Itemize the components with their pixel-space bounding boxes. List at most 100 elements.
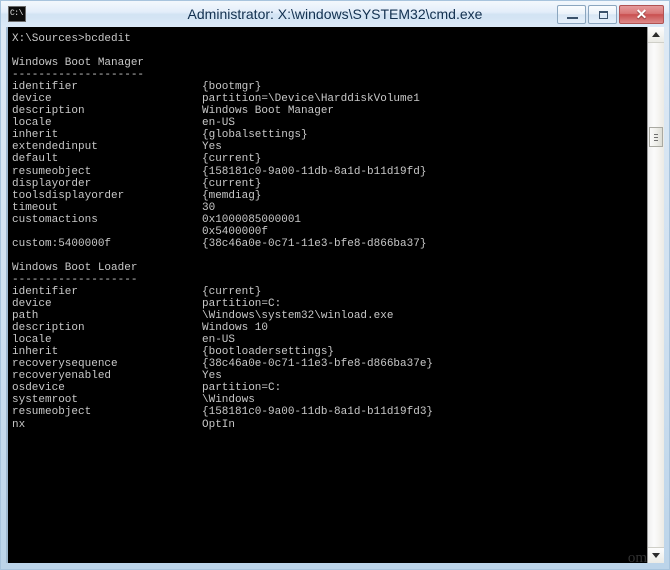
thumb-grip-line — [654, 140, 658, 141]
thumb-grip-line — [654, 137, 658, 138]
console-property-row: inherit {bootloadersettings} — [12, 346, 647, 358]
maximize-button[interactable] — [588, 4, 617, 24]
property-name: description — [12, 322, 85, 335]
property-name: locale — [12, 117, 52, 130]
property-name: device — [12, 93, 52, 106]
property-name: nx — [12, 418, 26, 431]
property-name: recoveryenabled — [12, 370, 112, 383]
console-property-row: locale en-US — [12, 334, 647, 346]
console-property-row: nx OptIn — [12, 419, 647, 431]
scroll-down-arrow-icon — [652, 553, 660, 558]
scrollbar-down-button[interactable] — [648, 547, 664, 563]
console-property-row: resumeobject {158181c0-9a00-11db-8a1d-b11… — [12, 406, 647, 418]
console-property-row: timeout 30 — [12, 202, 647, 214]
close-icon: ✕ — [635, 5, 648, 22]
console-property-row: default {current} — [12, 153, 647, 165]
property-name: recoverysequence — [12, 358, 118, 371]
cmd-console-icon-label: C:\ — [10, 9, 23, 18]
property-value: Windows Boot Manager — [202, 105, 335, 118]
property-value: Yes — [202, 370, 222, 383]
console-property-row: resumeobject {158181c0-9a00-11db-8a1d-b11… — [12, 166, 647, 178]
console-section-rule: -------------------- — [12, 69, 145, 82]
property-name: resumeobject — [12, 406, 92, 419]
property-value: {38c46a0e-0c71-11e3-bfe8-d866ba37e} — [202, 358, 434, 371]
property-name: locale — [12, 334, 52, 347]
console-section-rule: ------------------- — [12, 273, 138, 286]
property-name: customactions — [12, 213, 98, 226]
console-property-row: inherit {globalsettings} — [12, 129, 647, 141]
console-outer: X:\Sources>bcdedit Windows Boot Manager -… — [6, 27, 664, 563]
window-client-area: X:\Sources>bcdedit Windows Boot Manager -… — [1, 27, 669, 569]
console-scrollbar[interactable] — [647, 27, 664, 563]
console-property-row: recoverysequence {38c46a0e-0c71-11e3-bfe8… — [12, 358, 647, 370]
property-value: {current} — [202, 153, 262, 166]
scrollbar-up-button[interactable] — [648, 27, 664, 43]
console-output[interactable]: X:\Sources>bcdedit Windows Boot Manager -… — [8, 27, 647, 563]
console-property-row: custom:5400000f {38c46a0e-0c71-11e3-bfe8-… — [12, 238, 647, 250]
property-name: identifier — [12, 81, 79, 94]
property-value: OptIn — [202, 418, 236, 431]
console-property-row: path \Windows\system32\winload.exe — [12, 310, 647, 322]
property-name: timeout — [12, 201, 59, 214]
property-value: {globalsettings} — [202, 129, 308, 142]
property-name: default — [12, 153, 59, 166]
console-property-row: toolsdisplayorder {memdiag} — [12, 190, 647, 202]
console-property-row: extendedinput Yes — [12, 141, 647, 153]
cmd-window: C:\ Administrator: X:\windows\SYSTEM32\c… — [0, 0, 670, 570]
property-value: {bootmgr} — [202, 81, 262, 94]
console-property-row: systemroot \Windows — [12, 394, 647, 406]
console-property-row: displayorder {current} — [12, 178, 647, 190]
console-property-row: locale en-US — [12, 117, 647, 129]
console-property-row: osdevice partition=C: — [12, 382, 647, 394]
property-value: {158181c0-9a00-11db-8a1d-b11d19fd3} — [202, 406, 434, 419]
property-value: 0x5400000f — [202, 225, 269, 238]
console-property-row: customactions 0x1000085000001 — [12, 214, 647, 226]
property-name: systemroot — [12, 394, 79, 407]
property-value: 0x1000085000001 — [202, 213, 302, 226]
property-name: extendedinput — [12, 141, 98, 154]
console-prompt-line: X:\Sources>bcdedit — [12, 33, 131, 45]
property-name: custom:5400000f — [12, 237, 112, 250]
console-property-row: identifier {current} — [12, 286, 647, 298]
close-button[interactable]: ✕ — [619, 4, 664, 24]
console-property-row: identifier {bootmgr} — [12, 81, 647, 93]
property-value: {158181c0-9a00-11db-8a1d-b11d19fd} — [202, 165, 427, 178]
console-section-heading: Windows Boot Loader — [12, 261, 138, 274]
maximize-icon — [599, 10, 608, 19]
scrollbar-thumb[interactable] — [649, 127, 663, 147]
console-property-row: recoveryenabled Yes — [12, 370, 647, 382]
window-controls: ✕ — [557, 4, 667, 24]
property-value: {memdiag} — [202, 189, 262, 202]
property-name: displayorder — [12, 177, 92, 190]
property-name: identifier — [12, 285, 79, 298]
property-value: {38c46a0e-0c71-11e3-bfe8-d866ba37} — [202, 237, 427, 250]
property-value: \Windows\system32\winload.exe — [202, 310, 394, 323]
property-name: device — [12, 298, 52, 311]
property-value: en-US — [202, 117, 236, 130]
property-name: inherit — [12, 129, 59, 142]
console-property-row: device partition=\Device\HarddiskVolume1 — [12, 93, 647, 105]
minimize-button[interactable] — [557, 4, 586, 24]
property-value: {current} — [202, 177, 262, 190]
cmd-console-icon[interactable]: C:\ — [8, 6, 26, 22]
property-value: {bootloadersettings} — [202, 346, 335, 359]
console-property-row: device partition=C: — [12, 298, 647, 310]
property-name: osdevice — [12, 382, 65, 395]
scroll-up-arrow-icon — [652, 32, 660, 37]
property-value: \Windows — [202, 394, 255, 407]
property-name: description — [12, 105, 85, 118]
console-section-heading: Windows Boot Manager — [12, 57, 145, 70]
property-value: 30 — [202, 201, 216, 214]
property-value: en-US — [202, 334, 236, 347]
title-bar[interactable]: C:\ Administrator: X:\windows\SYSTEM32\c… — [1, 1, 669, 27]
property-name: toolsdisplayorder — [12, 189, 125, 202]
property-name: inherit — [12, 346, 59, 359]
console-property-row: description Windows 10 — [12, 322, 647, 334]
console-property-row: description Windows Boot Manager — [12, 105, 647, 117]
property-value: partition=C: — [202, 298, 282, 311]
property-value: {current} — [202, 285, 262, 298]
property-name: resumeobject — [12, 165, 92, 178]
property-value: partition=C: — [202, 382, 282, 395]
